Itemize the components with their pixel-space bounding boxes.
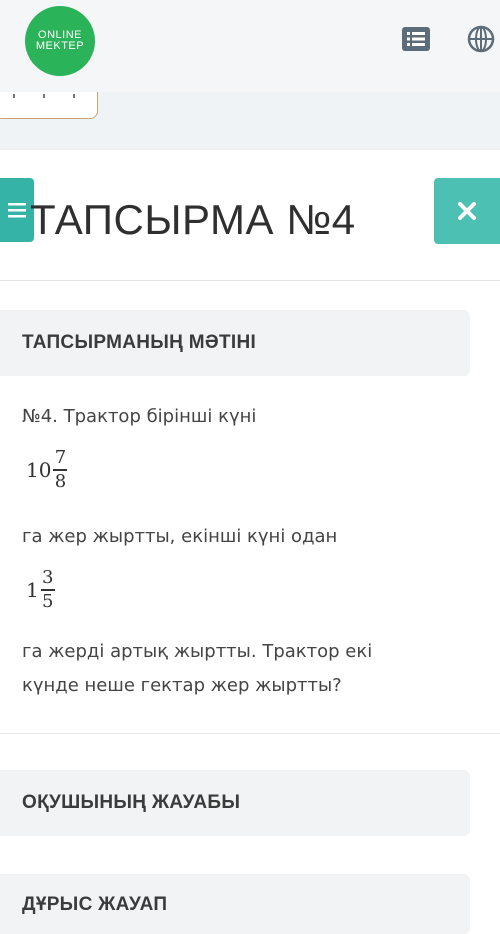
task-text-line3: га жерді артық жыртты. Трактор екі xyxy=(22,641,373,662)
close-button[interactable] xyxy=(434,178,500,244)
fraction2-denominator: 5 xyxy=(42,590,54,612)
task-section-header: ТАПСЫРМАНЫҢ МӘТІНІ xyxy=(0,310,470,376)
task-text-line1: №4. Трактор бірінші күні xyxy=(22,406,257,427)
fraction2-numerator: 3 xyxy=(42,567,54,588)
answer-section-title: ОҚУШЫНЫҢ ЖАУАБЫ xyxy=(22,792,241,813)
divider xyxy=(0,280,500,281)
fraction1-whole: 10 xyxy=(26,457,52,482)
globe-icon[interactable] xyxy=(466,24,496,54)
top-header: ONLINE MEKTEP xyxy=(0,0,500,92)
dropdown-tab[interactable] xyxy=(0,92,98,119)
task-section-title: ТАПСЫРМАНЫҢ МӘТІНІ xyxy=(22,332,257,353)
page-title: ТАПСЫРМА №4 xyxy=(30,196,356,243)
divider xyxy=(0,733,500,734)
fraction2-whole: 1 xyxy=(26,577,39,602)
fraction-1-3-5: 1 3 5 xyxy=(26,568,55,612)
fraction1-numerator: 7 xyxy=(54,447,67,468)
hamburger-icon xyxy=(8,203,26,218)
task-text-line4: күнде неше гектар жер жыртты? xyxy=(22,675,342,696)
fraction1-denominator: 8 xyxy=(54,470,67,492)
online-mektep-logo[interactable]: ONLINE MEKTEP xyxy=(25,6,95,76)
task-text-line2: га жер жыртты, екінші күні одан xyxy=(22,526,338,547)
menu-button[interactable] xyxy=(0,178,34,242)
close-icon xyxy=(458,202,476,220)
correct-answer-section-header: ДҰРЫС ЖАУАП xyxy=(0,874,470,934)
correct-answer-section-title: ДҰРЫС ЖАУАП xyxy=(22,894,168,915)
logo-line2: MEKTEP xyxy=(35,40,85,52)
fraction-10-7-8: 10 7 8 xyxy=(26,447,68,492)
answer-section-header: ОҚУШЫНЫҢ ЖАУАБЫ xyxy=(0,770,470,836)
list-icon[interactable] xyxy=(401,24,431,54)
